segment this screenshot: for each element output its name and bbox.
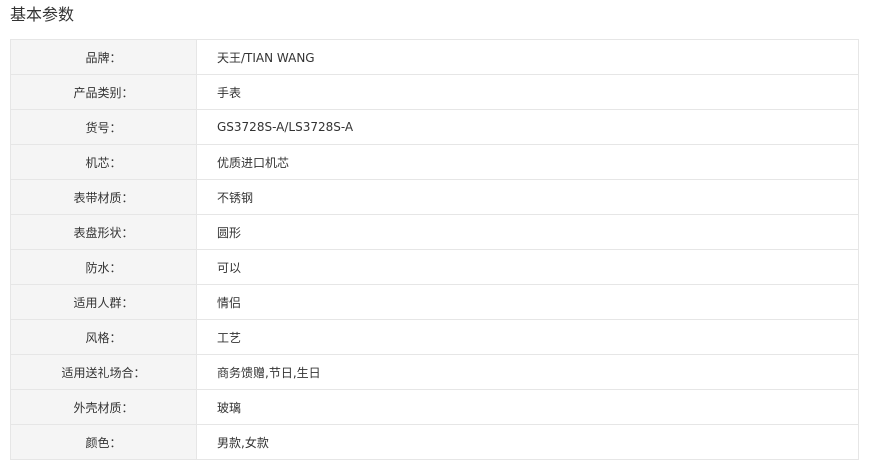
spec-label: 产品类别：	[10, 74, 197, 110]
spec-value: 男款,女款	[196, 424, 859, 460]
section-title: 基本参数	[10, 5, 75, 24]
spec-table: 品牌： 天王/TIAN WANG 产品类别： 手表 货号： GS3728S-A/…	[10, 39, 859, 460]
spec-label: 外壳材质：	[10, 389, 197, 425]
spec-label: 品牌：	[10, 39, 197, 75]
spec-value: 可以	[196, 249, 859, 285]
spec-row-waterproof: 防水： 可以	[10, 249, 859, 285]
spec-value: 商务馈赠,节日,生日	[196, 354, 859, 390]
spec-value: GS3728S-A/LS3728S-A	[196, 109, 859, 145]
spec-row-case-material: 外壳材质： 玻璃	[10, 389, 859, 425]
spec-row-movement: 机芯： 优质进口机芯	[10, 144, 859, 180]
spec-label: 货号：	[10, 109, 197, 145]
spec-row-item-number: 货号： GS3728S-A/LS3728S-A	[10, 109, 859, 145]
spec-label: 表带材质：	[10, 179, 197, 215]
spec-label: 风格：	[10, 319, 197, 355]
spec-value: 情侣	[196, 284, 859, 320]
spec-row-strap-material: 表带材质： 不锈钢	[10, 179, 859, 215]
spec-value: 工艺	[196, 319, 859, 355]
spec-label: 适用送礼场合：	[10, 354, 197, 390]
spec-label: 适用人群：	[10, 284, 197, 320]
spec-row-category: 产品类别： 手表	[10, 74, 859, 110]
spec-label: 表盘形状：	[10, 214, 197, 250]
spec-row-audience: 适用人群： 情侣	[10, 284, 859, 320]
spec-row-color: 颜色： 男款,女款	[10, 424, 859, 460]
spec-label: 颜色：	[10, 424, 197, 460]
spec-value: 圆形	[196, 214, 859, 250]
spec-label: 防水：	[10, 249, 197, 285]
spec-row-style: 风格： 工艺	[10, 319, 859, 355]
spec-row-gift-occasion: 适用送礼场合： 商务馈赠,节日,生日	[10, 354, 859, 390]
spec-value: 天王/TIAN WANG	[196, 39, 859, 75]
spec-value: 不锈钢	[196, 179, 859, 215]
spec-value: 手表	[196, 74, 859, 110]
spec-row-dial-shape: 表盘形状： 圆形	[10, 214, 859, 250]
spec-row-brand: 品牌： 天王/TIAN WANG	[10, 39, 859, 75]
spec-value: 玻璃	[196, 389, 859, 425]
spec-label: 机芯：	[10, 144, 197, 180]
spec-value: 优质进口机芯	[196, 144, 859, 180]
